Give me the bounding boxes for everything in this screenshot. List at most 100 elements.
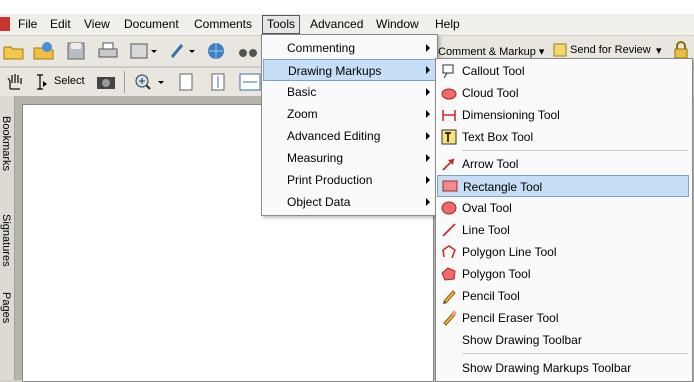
menu-item-label: Show Drawing Toolbar [462, 333, 582, 347]
menu-item-label: Print Production [287, 173, 373, 187]
menu-item-object-data[interactable]: Object Data [262, 191, 437, 213]
menu-item-line-tool[interactable]: Line Tool [436, 219, 688, 241]
callout-icon [442, 64, 454, 79]
menu-view[interactable]: View [80, 16, 114, 32]
submenu-arrow-icon [426, 88, 430, 96]
submenu-arrow-icon [426, 132, 430, 140]
menu-item-label: Basic [287, 85, 317, 99]
menu-item-label: Drawing Markups [288, 64, 382, 78]
menu-item-label: Zoom [287, 107, 318, 121]
menu-item-basic[interactable]: Basic [262, 81, 437, 103]
send-review-label: Send for Review [570, 44, 651, 56]
menu-window[interactable]: Window [372, 16, 423, 32]
save-icon[interactable] [64, 40, 90, 62]
text-cursor-icon [37, 74, 47, 90]
menu-edit[interactable]: Edit [46, 16, 75, 32]
textbox-icon [441, 129, 457, 145]
menu-item-label: Dimensioning Tool [462, 108, 560, 122]
rectangle-icon [442, 180, 458, 192]
menu-item-print-production[interactable]: Print Production [262, 169, 437, 191]
submenu-arrow-icon [426, 176, 430, 184]
polygon-line-icon [442, 245, 456, 259]
menu-item-arrow-tool[interactable]: Arrow Tool [436, 153, 688, 175]
menu-item-advanced-editing[interactable]: Advanced Editing [262, 125, 437, 147]
menu-item-pencil-eraser-tool[interactable]: Pencil Eraser Tool [436, 307, 688, 329]
menu-item-commenting[interactable]: Commenting [262, 37, 437, 59]
tab-pages[interactable]: Pages [0, 292, 12, 323]
menu-advanced[interactable]: Advanced [306, 16, 367, 32]
menu-item-dimensioning-tool[interactable]: Dimensioning Tool [436, 104, 688, 126]
menu-item-zoom[interactable]: Zoom [262, 103, 437, 125]
app-icon [0, 17, 10, 31]
menu-item-label: Pencil Eraser Tool [462, 311, 559, 325]
menu-item-label: Advanced Editing [287, 129, 381, 143]
submenu-arrow-icon [426, 66, 430, 74]
menu-tools[interactable]: Tools [262, 15, 301, 34]
toolbar-separator [124, 71, 125, 93]
snapshot-icon[interactable] [94, 71, 120, 93]
menu-item-rectangle-tool[interactable]: Rectangle Tool [437, 175, 689, 197]
select-tool-label: Select [54, 75, 85, 87]
search-binoculars-icon[interactable] [236, 40, 262, 62]
navigation-pane: Bookmarks Signatures Pages [0, 96, 15, 380]
menu-item-label: Commenting [287, 41, 356, 55]
line-icon [442, 223, 456, 237]
pencil-eraser-icon [443, 310, 457, 326]
actual-size-icon[interactable] [174, 71, 200, 93]
menu-item-pencil-tool[interactable]: Pencil Tool [436, 285, 688, 307]
dimension-icon [442, 110, 456, 121]
open-icon[interactable] [2, 40, 28, 62]
menu-item-cloud-tool[interactable]: Cloud Tool [436, 82, 688, 104]
menu-file[interactable]: File [14, 16, 41, 32]
menu-bar: File Edit View Document Comments Tools A… [0, 14, 694, 35]
drawing-markups-submenu: Callout Tool Cloud Tool Dimensioning Too… [435, 58, 693, 382]
menu-item-label: Object Data [287, 195, 351, 209]
submenu-arrow-icon [426, 198, 430, 206]
menu-item-oval-tool[interactable]: Oval Tool [436, 197, 688, 219]
organizer-icon[interactable] [32, 40, 58, 62]
comment-markup-label: Comment & Markup [438, 46, 536, 58]
submenu-arrow-icon [426, 154, 430, 162]
menu-item-polygon-tool[interactable]: Polygon Tool [436, 263, 688, 285]
menu-item-callout-tool[interactable]: Callout Tool [436, 60, 688, 82]
menu-document[interactable]: Document [120, 16, 183, 32]
submenu-arrow-icon [426, 110, 430, 118]
cloud-icon [441, 88, 457, 100]
menu-item-label: Line Tool [462, 223, 510, 237]
oval-icon [441, 201, 457, 215]
zoom-in-icon[interactable] [132, 71, 166, 93]
submenu-arrow-icon [426, 44, 430, 52]
chevron-down-icon: ▾ [538, 46, 545, 58]
menu-item-label: Text Box Tool [462, 130, 534, 144]
menu-comments[interactable]: Comments [190, 16, 256, 32]
menu-separator [462, 150, 688, 151]
menu-item-label: Measuring [287, 151, 344, 165]
menu-item-show-drawing-toolbar[interactable]: Show Drawing Toolbar [436, 329, 688, 351]
comment-markup-button[interactable]: Comment & Markup ▾ [438, 45, 544, 58]
menu-help[interactable]: Help [431, 16, 464, 32]
fit-page-icon[interactable] [206, 71, 232, 93]
hand-tool-icon[interactable] [3, 71, 29, 93]
menu-item-label: Pencil Tool [462, 289, 520, 303]
polygon-icon [441, 267, 456, 281]
pencil-icon [443, 290, 456, 304]
email-globe-icon[interactable] [204, 40, 230, 62]
tab-signatures[interactable]: Signatures [0, 214, 12, 267]
attach-icon[interactable] [166, 40, 195, 62]
menu-item-label: Polygon Tool [462, 267, 531, 281]
tools-menu: Commenting Drawing Markups Basic Zoom Ad… [261, 34, 438, 216]
create-pdf-icon[interactable] [128, 40, 157, 62]
menu-item-measuring[interactable]: Measuring [262, 147, 437, 169]
menu-item-drawing-markups[interactable]: Drawing Markups [263, 59, 436, 81]
select-tool-button[interactable]: Select [32, 71, 88, 93]
menu-item-polygon-line-tool[interactable]: Polygon Line Tool [436, 241, 688, 263]
send-review-icon [553, 43, 567, 57]
title-strip [0, 0, 694, 14]
print-icon[interactable] [96, 40, 122, 62]
tab-bookmarks[interactable]: Bookmarks [0, 116, 12, 171]
menu-item-show-drawing-markups-toolbar[interactable]: Show Drawing Markups Toolbar [436, 357, 688, 379]
menu-item-text-box-tool[interactable]: Text Box Tool [436, 126, 688, 148]
chevron-down-icon: ▾ [656, 45, 662, 57]
menu-item-label: Show Drawing Markups Toolbar [462, 361, 632, 375]
menu-item-label: Polygon Line Tool [462, 245, 557, 259]
